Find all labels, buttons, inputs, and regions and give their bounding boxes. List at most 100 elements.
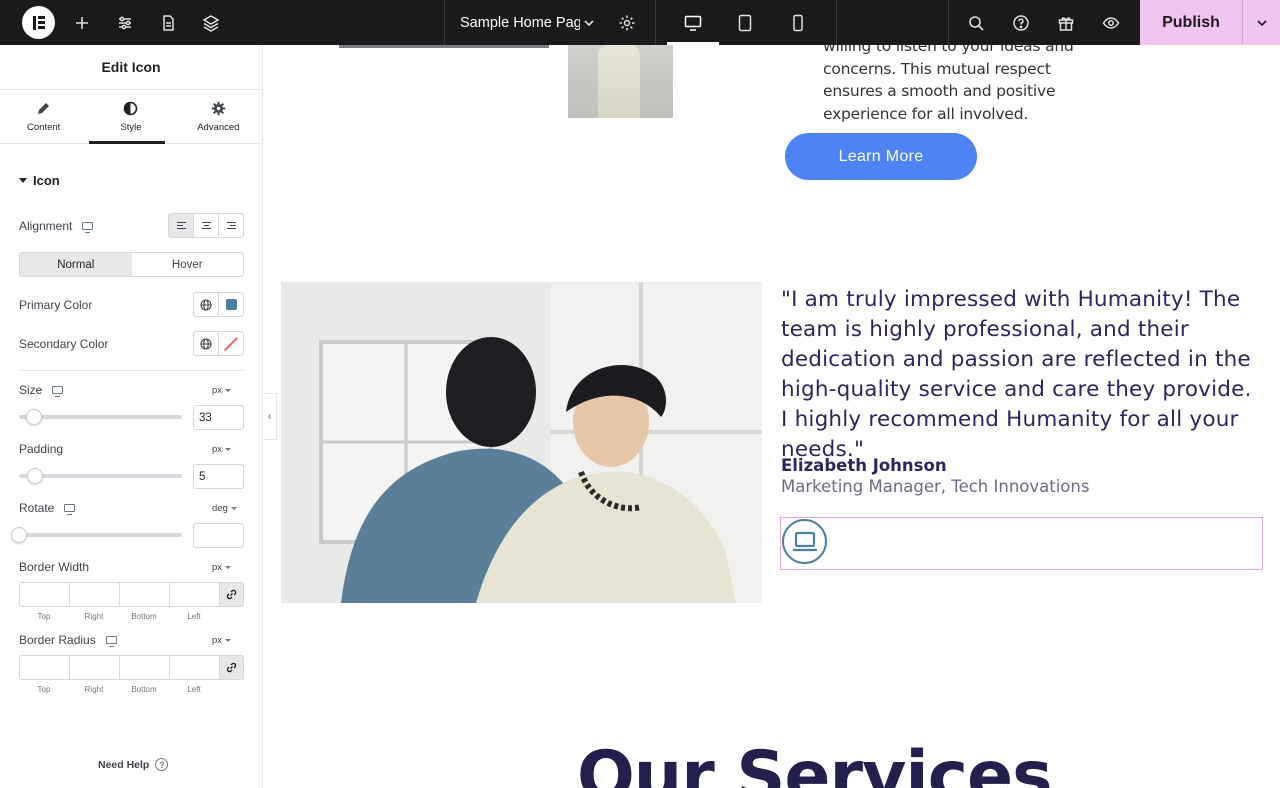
- responsive-desktop-icon[interactable]: [82, 222, 94, 233]
- border-width-left-input[interactable]: [170, 583, 220, 606]
- contrast-icon: [124, 101, 138, 115]
- global-colors-globe-icon[interactable]: [194, 293, 219, 316]
- image-top-right[interactable]: [568, 45, 673, 118]
- global-colors-globe-icon[interactable]: [194, 332, 219, 355]
- border-width-dim-labels: Top Right Bottom Left: [19, 612, 219, 621]
- gear-icon[interactable]: [607, 0, 647, 45]
- size-input[interactable]: 33: [193, 405, 244, 430]
- border-width-dimensions: [19, 582, 244, 607]
- state-tabs: Normal Hover: [19, 252, 244, 277]
- panel-title: Edit Icon: [0, 45, 262, 90]
- laptop-icon[interactable]: [782, 519, 827, 564]
- secondary-color-swatch[interactable]: [219, 332, 243, 355]
- add-icon[interactable]: [62, 0, 102, 45]
- alignment-label-text: Alignment: [19, 219, 73, 233]
- chevron-down-icon[interactable]: [569, 0, 609, 45]
- link-icon[interactable]: [220, 656, 243, 679]
- testimonial-photo[interactable]: [281, 282, 762, 603]
- border-radius-right-input[interactable]: [70, 656, 120, 679]
- tab-content-label: Content: [27, 121, 61, 133]
- caret-down-icon: [225, 639, 232, 642]
- publish-button[interactable]: Publish: [1140, 0, 1242, 45]
- page-icon[interactable]: [148, 0, 188, 45]
- testimonial-quote: "I am truly impressed with Humanity! The…: [781, 287, 1252, 462]
- dim-label-left: Left: [187, 685, 201, 694]
- selected-icon-widget[interactable]: [780, 517, 1263, 570]
- dim-label-right: Right: [84, 685, 104, 694]
- size-label-text: Size: [19, 383, 43, 397]
- desktop-icon[interactable]: [673, 0, 713, 45]
- section-toggle[interactable]: Icon: [19, 173, 60, 188]
- size-label: Size: [19, 383, 64, 397]
- border-radius-dim-labels: Top Right Bottom Left: [19, 685, 219, 694]
- search-icon[interactable]: [956, 0, 996, 45]
- testimonial-author: Elizabeth Johnson: [781, 456, 947, 475]
- learn-more-button[interactable]: Learn More: [785, 133, 977, 180]
- rotate-unit-text: deg: [212, 503, 228, 514]
- image-top-left[interactable]: [339, 45, 549, 48]
- active-tab-indicator: [89, 141, 165, 144]
- border-radius-unit-select[interactable]: px: [212, 635, 232, 646]
- align-left-button[interactable]: [169, 214, 194, 237]
- rotate-input[interactable]: [193, 523, 244, 548]
- gear-icon: [211, 101, 226, 115]
- border-width-top-input[interactable]: [20, 583, 70, 606]
- padding-slider-thumb[interactable]: [27, 468, 43, 484]
- collapse-panel-button[interactable]: ‹: [263, 393, 277, 440]
- page-canvas: willing to listen to your ideas and conc…: [277, 45, 1280, 788]
- layers-icon[interactable]: [191, 0, 231, 45]
- page-name[interactable]: Sample Home Page: [460, 0, 580, 45]
- responsive-desktop-icon[interactable]: [64, 504, 76, 515]
- caret-down-icon: [225, 566, 232, 569]
- section-title: Icon: [33, 173, 60, 188]
- help-icon[interactable]: [1001, 0, 1041, 45]
- divider: [19, 370, 244, 371]
- align-right-button[interactable]: [219, 214, 243, 237]
- link-icon[interactable]: [220, 583, 243, 606]
- dim-label-right: Right: [84, 612, 104, 621]
- primary-color-swatch[interactable]: [219, 293, 243, 316]
- tablet-icon[interactable]: [725, 0, 765, 45]
- padding-unit-text: px: [212, 444, 223, 455]
- border-width-bottom-input[interactable]: [120, 583, 170, 606]
- help-icon: ?: [155, 758, 169, 771]
- caret-down-icon: [225, 389, 232, 392]
- border-radius-top-input[interactable]: [20, 656, 70, 679]
- sliders-icon[interactable]: [105, 0, 145, 45]
- publish-options-chevron-icon[interactable]: [1242, 0, 1280, 45]
- rotate-slider[interactable]: [11, 527, 182, 543]
- elementor-logo[interactable]: [22, 6, 55, 39]
- size-slider[interactable]: [19, 409, 182, 425]
- align-center-button[interactable]: [194, 214, 219, 237]
- border-width-right-input[interactable]: [70, 583, 120, 606]
- size-unit-select[interactable]: px: [212, 385, 232, 396]
- size-unit-text: px: [212, 385, 223, 396]
- rotate-slider-thumb[interactable]: [11, 527, 27, 543]
- need-help-link[interactable]: Need Help ?: [98, 758, 169, 771]
- tab-hover[interactable]: Hover: [132, 253, 244, 276]
- border-width-unit-text: px: [212, 562, 223, 573]
- border-radius-bottom-input[interactable]: [120, 656, 170, 679]
- padding-input[interactable]: 5: [193, 464, 244, 489]
- border-radius-label-text: Border Radius: [19, 633, 96, 647]
- padding-slider[interactable]: [19, 468, 182, 484]
- eye-icon[interactable]: [1091, 0, 1131, 45]
- border-width-unit-select[interactable]: px: [212, 562, 232, 573]
- border-radius-left-input[interactable]: [170, 656, 220, 679]
- padding-unit-select[interactable]: px: [212, 444, 232, 455]
- responsive-desktop-icon[interactable]: [105, 636, 117, 647]
- tab-style-label: Style: [120, 121, 142, 133]
- tab-content[interactable]: Content: [0, 90, 87, 143]
- gift-icon[interactable]: [1046, 0, 1086, 45]
- mobile-icon[interactable]: [778, 0, 818, 45]
- padding-label: Padding: [19, 442, 64, 456]
- alignment-control: [168, 213, 244, 238]
- rotate-unit-select[interactable]: deg: [212, 503, 237, 514]
- tab-normal[interactable]: Normal: [20, 253, 132, 276]
- size-slider-thumb[interactable]: [26, 409, 42, 425]
- tab-style[interactable]: Style: [87, 90, 174, 143]
- divider: [836, 0, 837, 45]
- tab-advanced[interactable]: Advanced: [175, 90, 262, 143]
- dim-label-bottom: Bottom: [131, 612, 157, 621]
- responsive-desktop-icon[interactable]: [52, 386, 64, 397]
